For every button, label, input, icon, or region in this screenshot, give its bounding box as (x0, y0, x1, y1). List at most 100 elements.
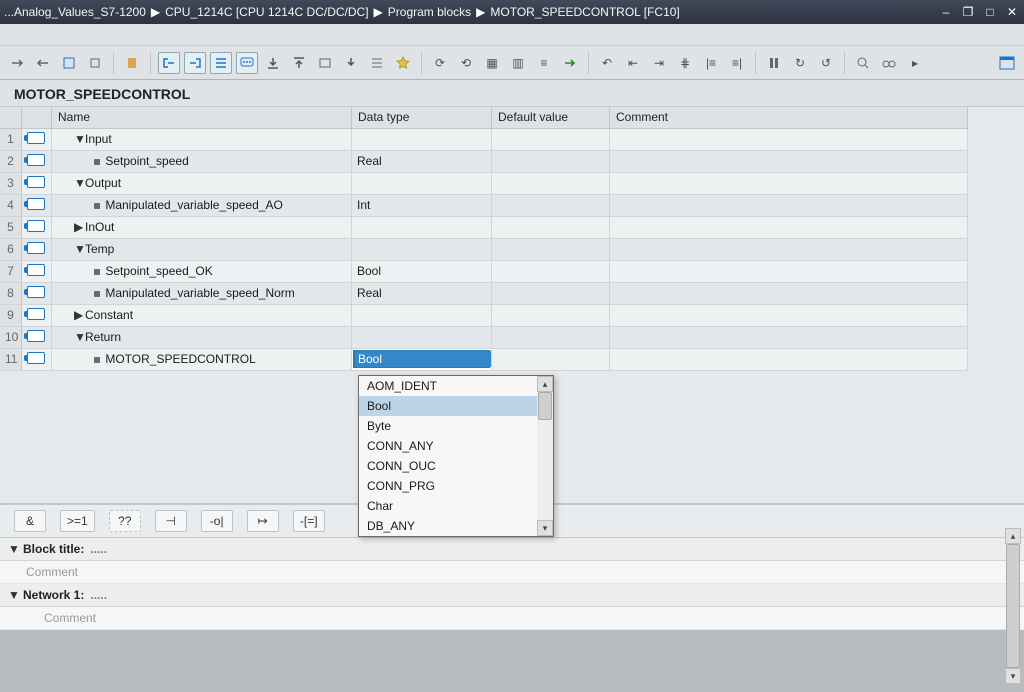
col-default[interactable]: Default value (492, 107, 610, 129)
datatype-cell[interactable] (352, 217, 492, 239)
tb-btn[interactable] (58, 52, 80, 74)
expand-icon[interactable]: ▶ (74, 220, 83, 234)
name-cell[interactable]: Manipulated_variable_speed_AO (52, 195, 352, 217)
dropdown-scrollbar[interactable]: ▴ ▾ (537, 376, 553, 536)
default-cell[interactable] (492, 195, 610, 217)
block-comment[interactable]: Comment (0, 561, 1024, 584)
col-datatype[interactable]: Data type (352, 107, 492, 129)
name-cell[interactable]: ▶Constant (52, 305, 352, 327)
tb-btn[interactable]: ↻ (789, 52, 811, 74)
tb-download-button[interactable] (262, 52, 284, 74)
iface-var-row[interactable]: 11 MOTOR_SPEEDCONTROL☰ (0, 349, 1024, 371)
pal-coil[interactable]: -o| (201, 510, 233, 532)
datatype-cell[interactable] (352, 239, 492, 261)
comment-cell[interactable] (610, 283, 968, 305)
datatype-cell[interactable]: Real (352, 283, 492, 305)
datatype-cell[interactable]: Real (352, 151, 492, 173)
tb-btn[interactable]: ⋕ (674, 52, 696, 74)
datatype-cell[interactable]: Int (352, 195, 492, 217)
name-cell[interactable]: ▶InOut (52, 217, 352, 239)
pal-and[interactable]: & (14, 510, 46, 532)
iface-section-row[interactable]: 6▼Temp (0, 239, 1024, 261)
expand-icon[interactable]: ▶ (74, 308, 83, 322)
breadcrumb-item[interactable]: CPU_1214C [CPU 1214C DC/DC/DC] (165, 5, 368, 19)
dropdown-item[interactable]: AOM_IDENT (359, 376, 537, 396)
scroll-down-icon[interactable]: ▾ (1005, 668, 1021, 684)
comment-cell[interactable] (610, 349, 968, 371)
tb-btn[interactable]: ▥ (507, 52, 529, 74)
default-cell[interactable] (492, 283, 610, 305)
pal-contact[interactable]: ⊣ (155, 510, 187, 532)
minimize-icon[interactable]: – (938, 5, 954, 19)
collapse-icon[interactable]: ▼ (8, 588, 17, 602)
scroll-thumb[interactable] (1006, 544, 1020, 668)
default-cell[interactable] (492, 151, 610, 173)
comment-cell[interactable] (610, 239, 968, 261)
tb-outdent-button[interactable] (158, 52, 180, 74)
tb-more-button[interactable]: ▸ (904, 52, 926, 74)
iface-var-row[interactable]: 4 Manipulated_variable_speed_AOInt (0, 195, 1024, 217)
collapse-icon[interactable]: ▼ (74, 330, 83, 344)
default-cell[interactable] (492, 239, 610, 261)
tb-go-button[interactable] (559, 52, 581, 74)
tb-pause-button[interactable] (763, 52, 785, 74)
dropdown-item[interactable]: Bool (359, 396, 537, 416)
tb-btn[interactable]: |≡ (700, 52, 722, 74)
comment-cell[interactable] (610, 261, 968, 283)
name-cell[interactable]: MOTOR_SPEEDCONTROL (52, 349, 352, 371)
tb-btn[interactable] (340, 52, 362, 74)
tb-btn[interactable]: ▦ (481, 52, 503, 74)
iface-section-row[interactable]: 3▼Output (0, 173, 1024, 195)
iface-section-row[interactable]: 5▶InOut (0, 217, 1024, 239)
tb-star-button[interactable] (392, 52, 414, 74)
datatype-input[interactable] (355, 351, 492, 367)
datatype-cell[interactable] (352, 327, 492, 349)
vertical-scrollbar[interactable]: ▴ ▾ (1005, 528, 1021, 684)
tb-btn[interactable] (84, 52, 106, 74)
collapse-icon[interactable]: ▼ (74, 132, 83, 146)
comment-cell[interactable] (610, 305, 968, 327)
collapse-icon[interactable]: ▼ (74, 242, 83, 256)
comment-cell[interactable] (610, 151, 968, 173)
collapse-icon[interactable]: ▼ (8, 542, 17, 556)
dropdown-item[interactable]: CONN_OUC (359, 456, 537, 476)
breadcrumb-item[interactable]: MOTOR_SPEEDCONTROL [FC10] (490, 5, 679, 19)
tb-btn[interactable]: ↶ (596, 52, 618, 74)
tb-glasses-button[interactable] (878, 52, 900, 74)
iface-section-row[interactable]: 9▶Constant (0, 305, 1024, 327)
tb-btn[interactable] (314, 52, 336, 74)
name-cell[interactable]: Manipulated_variable_speed_Norm (52, 283, 352, 305)
tb-btn[interactable] (366, 52, 388, 74)
tb-btn[interactable]: ⟳ (429, 52, 451, 74)
block-title-row[interactable]: ▼ Block title: ..... (0, 538, 1024, 561)
tb-btn[interactable]: ≡ (533, 52, 555, 74)
close-icon[interactable]: ✕ (1004, 5, 1020, 19)
default-cell[interactable] (492, 217, 610, 239)
default-cell[interactable] (492, 129, 610, 151)
scroll-thumb[interactable] (538, 392, 552, 420)
scroll-up-icon[interactable]: ▴ (537, 376, 553, 392)
tb-btn[interactable]: ⇥ (648, 52, 670, 74)
iface-var-row[interactable]: 2 Setpoint_speedReal (0, 151, 1024, 173)
dropdown-item[interactable]: CONN_PRG (359, 476, 537, 496)
datatype-cell[interactable]: Bool (352, 261, 492, 283)
iface-section-row[interactable]: 10▼Return (0, 327, 1024, 349)
network-comment[interactable]: Comment (0, 607, 1024, 630)
default-cell[interactable] (492, 173, 610, 195)
pal-or[interactable]: >=1 (60, 510, 95, 532)
comment-cell[interactable] (610, 173, 968, 195)
pal-box[interactable]: ?? (109, 510, 141, 532)
tb-btn[interactable] (32, 52, 54, 74)
tb-upload-button[interactable] (288, 52, 310, 74)
name-cell[interactable]: ▼Temp (52, 239, 352, 261)
restore-icon[interactable]: ❐ (960, 5, 976, 19)
dropdown-item[interactable]: Byte (359, 416, 537, 436)
scroll-up-icon[interactable]: ▴ (1005, 528, 1021, 544)
default-cell[interactable] (492, 305, 610, 327)
tb-list-button[interactable] (210, 52, 232, 74)
tb-paste-button[interactable] (121, 52, 143, 74)
iface-var-row[interactable]: 8 Manipulated_variable_speed_NormReal (0, 283, 1024, 305)
datatype-cell[interactable] (352, 129, 492, 151)
comment-cell[interactable] (610, 327, 968, 349)
comment-cell[interactable] (610, 195, 968, 217)
